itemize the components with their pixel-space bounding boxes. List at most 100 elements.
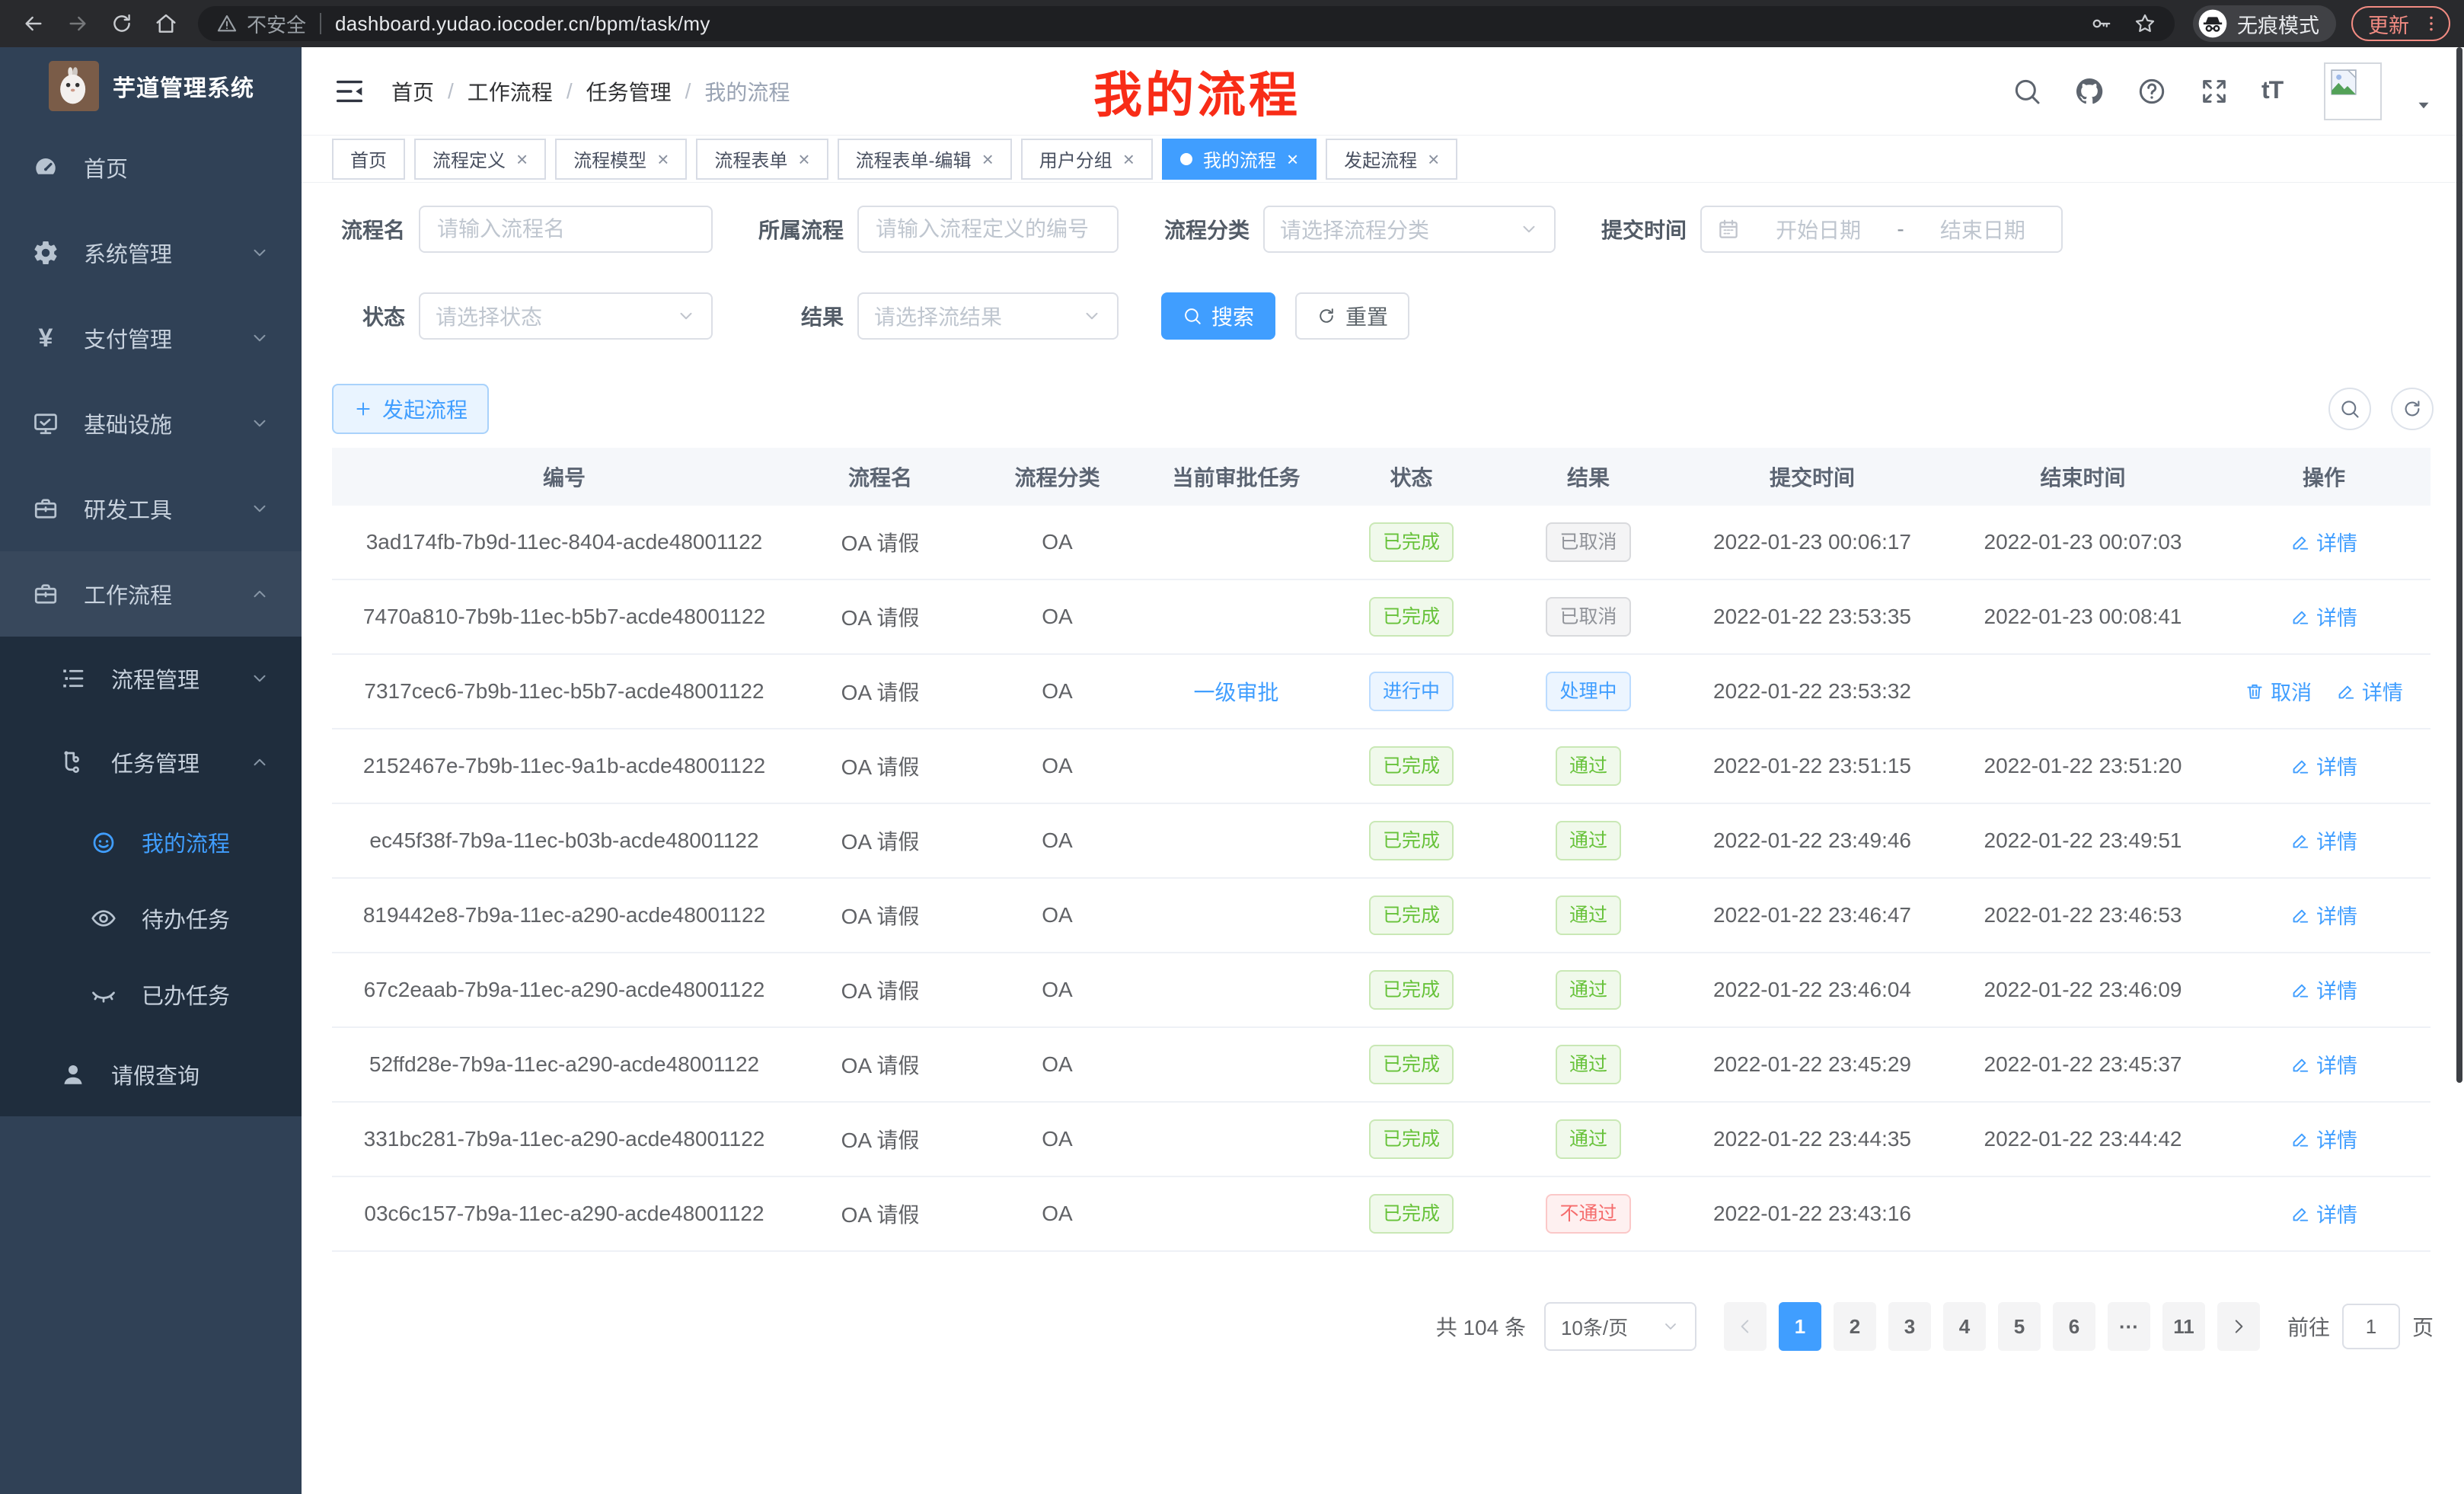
edit-icon	[2290, 1055, 2310, 1074]
cell-process-name: OA 请假	[796, 1199, 964, 1229]
sidebar-item[interactable]: 首页	[0, 125, 302, 210]
page-size-select[interactable]: 10条/页	[1544, 1302, 1696, 1351]
home-icon[interactable]	[146, 4, 186, 43]
detail-link[interactable]: 详情	[2290, 527, 2357, 557]
status-select[interactable]: 请选择状态	[419, 292, 713, 340]
sidebar-item[interactable]: 工作流程	[0, 551, 302, 637]
refresh-table-button[interactable]	[2391, 388, 2434, 430]
tab[interactable]: 首页	[332, 139, 405, 180]
close-icon[interactable]: ×	[1123, 149, 1135, 169]
search-icon[interactable]	[2012, 76, 2042, 107]
tab[interactable]: 流程定义 ×	[414, 139, 546, 180]
close-icon[interactable]: ×	[516, 149, 528, 169]
page-button[interactable]: 3	[1888, 1302, 1931, 1351]
prev-page-button[interactable]	[1724, 1302, 1767, 1351]
detail-link[interactable]: 详情	[2336, 676, 2403, 706]
page-scrollbar[interactable]	[2456, 47, 2462, 1083]
tab[interactable]: 流程表单-编辑 ×	[838, 139, 1012, 180]
detail-link[interactable]: 详情	[2290, 602, 2357, 631]
sitemap-icon	[59, 749, 87, 776]
breadcrumb-item[interactable]: 首页	[391, 76, 434, 107]
sidebar-item[interactable]: 已办任务	[0, 956, 302, 1033]
detail-link[interactable]: 详情	[2290, 1124, 2357, 1154]
start-date-placeholder[interactable]: 开始日期	[1755, 214, 1882, 244]
github-icon[interactable]	[2074, 76, 2105, 107]
end-date-placeholder[interactable]: 结束日期	[1920, 214, 2046, 244]
app-logo-row[interactable]: 芋道管理系统	[0, 47, 302, 125]
breadcrumb-item[interactable]: 工作流程	[468, 76, 553, 107]
cell-current-task[interactable]: 一级审批	[1151, 676, 1322, 707]
reload-icon[interactable]	[102, 4, 142, 43]
url-bar[interactable]: 不安全 dashboard.yudao.iocoder.cn/bpm/task/…	[198, 6, 2175, 41]
page-button[interactable]: 1	[1779, 1302, 1821, 1351]
sidebar-item[interactable]: 我的流程	[0, 804, 302, 880]
close-icon[interactable]: ×	[798, 149, 809, 169]
category-select[interactable]: 请选择流程分类	[1263, 206, 1556, 253]
help-icon[interactable]	[2137, 76, 2167, 107]
detail-link[interactable]: 详情	[2290, 1199, 2357, 1228]
detail-link[interactable]: 详情	[2290, 751, 2357, 781]
detail-link[interactable]: 详情	[2290, 825, 2357, 855]
show-search-button[interactable]	[2328, 388, 2371, 430]
key-icon[interactable]	[2089, 12, 2112, 35]
detail-link[interactable]: 详情	[2290, 975, 2357, 1004]
font-size-icon[interactable]: tT	[2261, 76, 2292, 107]
close-icon[interactable]: ×	[1287, 149, 1298, 169]
gear-icon	[32, 239, 59, 267]
search-button[interactable]: 搜索	[1161, 292, 1275, 340]
breadcrumb-item[interactable]: 任务管理	[586, 76, 672, 107]
cell-actions: 详情	[2217, 975, 2430, 1005]
page-button[interactable]: 4	[1943, 1302, 1986, 1351]
fullscreen-icon[interactable]	[2199, 76, 2229, 107]
sidebar-item[interactable]: 流程管理	[0, 637, 302, 720]
hamburger-icon[interactable]	[332, 74, 367, 109]
edit-icon	[2290, 905, 2310, 925]
tab[interactable]: 流程表单 ×	[696, 139, 828, 180]
update-button[interactable]: 更新	[2351, 6, 2450, 41]
sidebar-item[interactable]: 任务管理	[0, 720, 302, 804]
tab[interactable]: 流程模型 ×	[555, 139, 687, 180]
process-name-input[interactable]	[419, 206, 713, 253]
submit-time-range[interactable]: 开始日期 - 结束日期	[1700, 206, 2063, 253]
url-text[interactable]: dashboard.yudao.iocoder.cn/bpm/task/my	[335, 12, 710, 36]
sidebar-item[interactable]: 待办任务	[0, 880, 302, 956]
next-page-button[interactable]	[2217, 1302, 2260, 1351]
cell-process-name: OA 请假	[796, 975, 964, 1005]
tab[interactable]: 用户分组 ×	[1021, 139, 1153, 180]
table-row: 52ffd28e-7b9a-11ec-a290-acde48001122 OA …	[332, 1028, 2430, 1103]
result-select[interactable]: 请选择流结果	[857, 292, 1119, 340]
cancel-link[interactable]: 取消	[2245, 676, 2312, 706]
new-process-button[interactable]: 发起流程	[332, 384, 489, 434]
tab[interactable]: 我的流程 ×	[1162, 139, 1317, 180]
cell-process-name: OA 请假	[796, 900, 964, 931]
page-button[interactable]: 6	[2053, 1302, 2095, 1351]
forward-icon[interactable]	[58, 4, 97, 43]
close-icon[interactable]: ×	[982, 149, 994, 169]
current-task-link[interactable]: 一级审批	[1193, 681, 1278, 704]
page-button[interactable]: 11	[2162, 1302, 2205, 1351]
sidebar-item[interactable]: 请假查询	[0, 1033, 302, 1116]
detail-link[interactable]: 详情	[2290, 900, 2357, 930]
bookmark-star-icon[interactable]	[2134, 12, 2156, 35]
sidebar-item[interactable]: 研发工具	[0, 466, 302, 551]
close-icon[interactable]: ×	[657, 149, 669, 169]
page-button[interactable]: 2	[1834, 1302, 1876, 1351]
page-ellipsis[interactable]: ···	[2108, 1302, 2150, 1351]
page-button[interactable]: 5	[1998, 1302, 2041, 1351]
sidebar-item[interactable]: 基础设施	[0, 381, 302, 466]
sidebar-item[interactable]: 系统管理	[0, 210, 302, 295]
cell-category: OA	[964, 978, 1151, 1002]
reset-button[interactable]: 重置	[1295, 292, 1409, 340]
caret-down-icon[interactable]	[2414, 95, 2434, 115]
security-label[interactable]: 不安全	[247, 10, 306, 38]
close-icon[interactable]: ×	[1428, 149, 1439, 169]
process-definition-input[interactable]	[857, 206, 1119, 253]
back-icon	[21, 11, 46, 36]
detail-link[interactable]: 详情	[2290, 1049, 2357, 1079]
back-icon[interactable]	[14, 4, 53, 43]
more-vert-icon[interactable]	[2421, 14, 2441, 34]
sidebar-item[interactable]: ¥ 支付管理	[0, 295, 302, 381]
goto-page-input[interactable]	[2342, 1304, 2400, 1349]
tab[interactable]: 发起流程 ×	[1326, 139, 1457, 180]
avatar[interactable]	[2324, 62, 2382, 120]
